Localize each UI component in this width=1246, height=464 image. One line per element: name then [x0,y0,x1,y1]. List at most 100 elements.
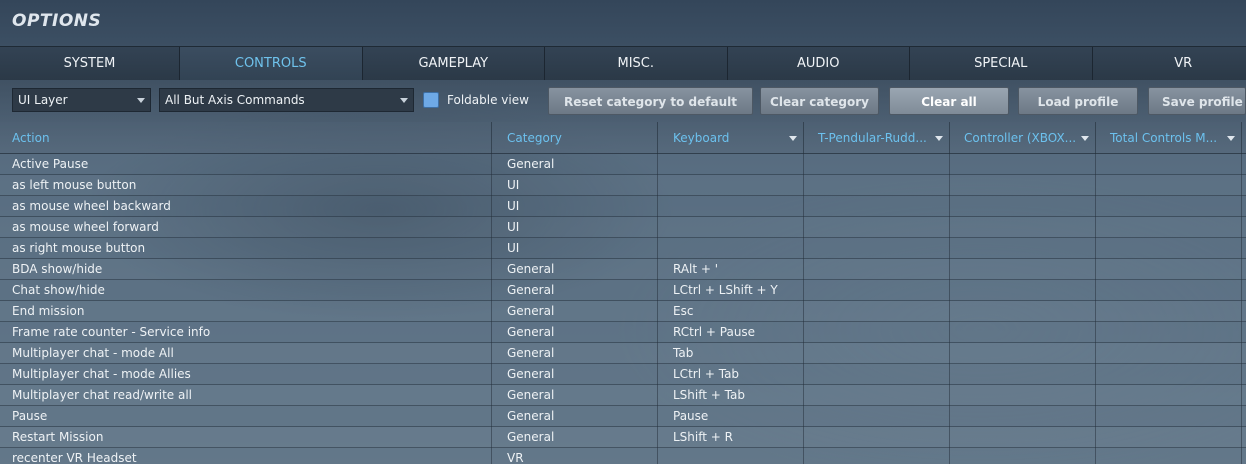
table-row[interactable]: recenter VR Headset VR [0,448,1246,464]
keyboard-binding-cell[interactable] [658,238,804,259]
xbox-binding-cell[interactable] [950,196,1096,217]
layer-select[interactable]: UI Layer [12,88,151,112]
rudder-binding-cell[interactable] [804,385,950,406]
rudder-binding-cell[interactable] [804,322,950,343]
table-row[interactable]: as mouse wheel backward UI [0,196,1246,217]
rudder-binding-cell[interactable] [804,448,950,464]
keyboard-binding-cell[interactable]: Pause [658,406,804,427]
column-header-device-xbox[interactable]: Controller (XBOX... [950,122,1096,154]
table-row[interactable]: Pause General Pause [0,406,1246,427]
total-controls-binding-cell[interactable] [1096,259,1242,280]
table-row[interactable]: Chat show/hide General LCtrl + LShift + Y [0,280,1246,301]
keyboard-binding-cell[interactable]: Tab [658,343,804,364]
filter-select[interactable]: All But Axis Commands [159,88,414,112]
category-cell: General [492,427,658,448]
xbox-binding-cell[interactable] [950,217,1096,238]
tab-misc[interactable]: MISC. [545,47,728,80]
keyboard-binding-cell[interactable]: RCtrl + Pause [658,322,804,343]
rudder-binding-cell[interactable] [804,175,950,196]
tab-audio[interactable]: AUDIO [727,47,910,80]
total-controls-binding-cell[interactable] [1096,385,1242,406]
column-header-keyboard[interactable]: Keyboard [658,122,804,154]
table-row[interactable]: Active Pause General [0,154,1246,175]
table-row[interactable]: as left mouse button UI [0,175,1246,196]
table-row[interactable]: Restart Mission General LShift + R [0,427,1246,448]
table-row[interactable]: Multiplayer chat - mode All General Tab [0,343,1246,364]
xbox-binding-cell[interactable] [950,259,1096,280]
tab-system[interactable]: SYSTEM [0,47,180,80]
table-row[interactable]: End mission General Esc [0,301,1246,322]
foldable-view-checkbox[interactable] [423,92,439,108]
tab-controls[interactable]: CONTROLS [180,47,363,80]
xbox-binding-cell[interactable] [950,175,1096,196]
rudder-binding-cell[interactable] [804,343,950,364]
rudder-binding-cell[interactable] [804,364,950,385]
total-controls-binding-cell[interactable] [1096,427,1242,448]
tab-vr[interactable]: VR [1092,47,1246,80]
action-cell: as right mouse button [0,238,492,259]
xbox-binding-cell[interactable] [950,448,1096,464]
total-controls-binding-cell[interactable] [1096,217,1242,238]
rudder-binding-cell[interactable] [804,259,950,280]
rudder-binding-cell[interactable] [804,154,950,175]
keyboard-binding-cell[interactable]: LCtrl + LShift + Y [658,280,804,301]
xbox-binding-cell[interactable] [950,427,1096,448]
total-controls-binding-cell[interactable] [1096,343,1242,364]
total-controls-binding-cell[interactable] [1096,322,1242,343]
clear-all-button[interactable]: Clear all [889,87,1009,115]
xbox-binding-cell[interactable] [950,406,1096,427]
total-controls-binding-cell[interactable] [1096,280,1242,301]
action-cell: Multiplayer chat read/write all [0,385,492,406]
load-profile-button[interactable]: Load profile [1018,87,1138,115]
keyboard-binding-cell[interactable] [658,196,804,217]
xbox-binding-cell[interactable] [950,385,1096,406]
rudder-binding-cell[interactable] [804,280,950,301]
xbox-binding-cell[interactable] [950,280,1096,301]
total-controls-binding-cell[interactable] [1096,301,1242,322]
total-controls-binding-cell[interactable] [1096,406,1242,427]
column-header-category[interactable]: Category [492,122,658,154]
table-row[interactable]: Multiplayer chat - mode Allies General LCt… [0,364,1246,385]
rudder-binding-cell[interactable] [804,238,950,259]
keyboard-binding-cell[interactable]: LShift + R [658,427,804,448]
tab-special[interactable]: SPECIAL [910,47,1093,80]
total-controls-binding-cell[interactable] [1096,448,1242,464]
total-controls-binding-cell[interactable] [1096,175,1242,196]
xbox-binding-cell[interactable] [950,238,1096,259]
keyboard-binding-cell[interactable] [658,175,804,196]
table-row[interactable]: Multiplayer chat read/write all General LS… [0,385,1246,406]
xbox-binding-cell[interactable] [950,322,1096,343]
rudder-binding-cell[interactable] [804,217,950,238]
column-header-device-rudder[interactable]: T-Pendular-Rudd... [804,122,950,154]
total-controls-binding-cell[interactable] [1096,238,1242,259]
table-row[interactable]: as right mouse button UI [0,238,1246,259]
reset-category-button[interactable]: Reset category to default [548,87,753,115]
keyboard-binding-cell[interactable]: Esc [658,301,804,322]
keyboard-binding-cell[interactable] [658,217,804,238]
xbox-binding-cell[interactable] [950,343,1096,364]
column-header-action[interactable]: Action [0,122,492,154]
xbox-binding-cell[interactable] [950,301,1096,322]
xbox-binding-cell[interactable] [950,154,1096,175]
keyboard-binding-cell[interactable]: LShift + Tab [658,385,804,406]
total-controls-binding-cell[interactable] [1096,364,1242,385]
category-cell: General [492,343,658,364]
rudder-binding-cell[interactable] [804,196,950,217]
keyboard-binding-cell[interactable]: LCtrl + Tab [658,364,804,385]
table-row[interactable]: BDA show/hide General RAlt + ' [0,259,1246,280]
keyboard-binding-cell[interactable]: RAlt + ' [658,259,804,280]
rudder-binding-cell[interactable] [804,301,950,322]
xbox-binding-cell[interactable] [950,364,1096,385]
table-row[interactable]: as mouse wheel forward UI [0,217,1246,238]
rudder-binding-cell[interactable] [804,406,950,427]
tab-gameplay[interactable]: GAMEPLAY [362,47,545,80]
keyboard-binding-cell[interactable] [658,448,804,464]
table-row[interactable]: Frame rate counter - Service info General… [0,322,1246,343]
column-header-device-total-controls[interactable]: Total Controls M... [1096,122,1242,154]
save-profile-button[interactable]: Save profile a [1148,87,1246,115]
clear-category-button[interactable]: Clear category [760,87,879,115]
total-controls-binding-cell[interactable] [1096,196,1242,217]
keyboard-binding-cell[interactable] [658,154,804,175]
total-controls-binding-cell[interactable] [1096,154,1242,175]
rudder-binding-cell[interactable] [804,427,950,448]
